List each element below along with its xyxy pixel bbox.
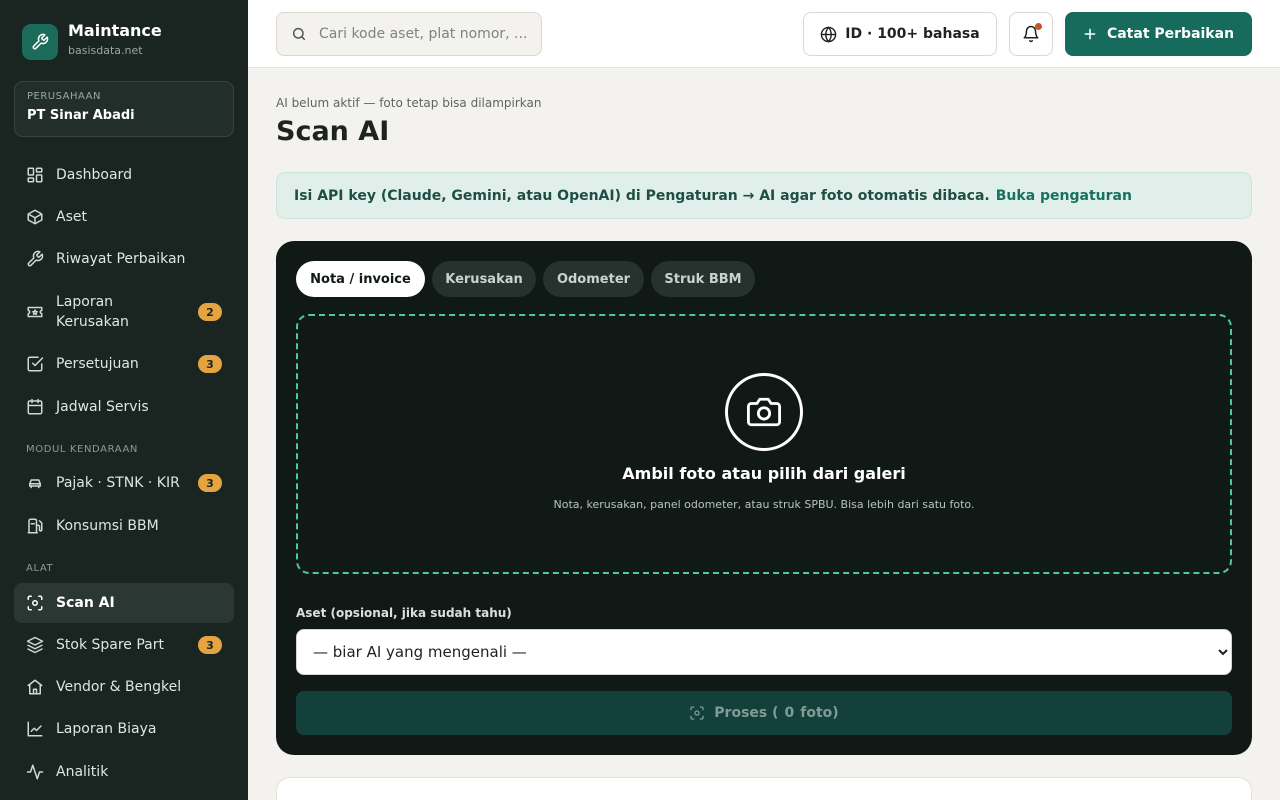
- photo-count: 0: [784, 705, 795, 721]
- sidebar-item-stok-spare-part[interactable]: Stok Spare Part 3: [14, 629, 234, 661]
- sidebar-item-dashboard[interactable]: Dashboard: [14, 159, 234, 191]
- process-button[interactable]: Proses ( 0 foto): [296, 691, 1232, 735]
- notification-button[interactable]: [1009, 12, 1053, 56]
- check-square-icon: [26, 355, 44, 373]
- tab-odometer[interactable]: Odometer: [543, 261, 644, 297]
- car-icon: [26, 474, 44, 492]
- page-title: Scan AI: [276, 116, 390, 147]
- brand[interactable]: Maintance basisdata.net: [22, 21, 162, 60]
- sidebar-item-label: Laporan Kerusakan: [56, 294, 129, 330]
- main-content: AI belum aktif — foto tetap bisa dilampi…: [248, 68, 1280, 800]
- plus-icon: [1083, 27, 1107, 41]
- language-button[interactable]: ID · 100+ bahasa: [803, 12, 997, 56]
- dropzone-title: Ambil foto atau pilih dari galeri: [622, 464, 906, 483]
- wrench-logo-icon: [22, 24, 58, 60]
- process-label-prefix: Proses (: [714, 705, 779, 721]
- sidebar: Maintance basisdata.net PERUSAHAAN PT Si…: [0, 0, 248, 800]
- sidebar-item-label: Jadwal Servis: [56, 399, 149, 415]
- asset-field-label: Aset (opsional, jika sudah tahu): [296, 606, 512, 620]
- sidebar-item-label: Laporan Biaya: [56, 721, 157, 737]
- tab-struk-bbm[interactable]: Struk BBM: [651, 261, 755, 297]
- sidebar-item-label: Scan AI: [56, 595, 115, 611]
- sidebar-item-riwayat-perbaikan[interactable]: Riwayat Perbaikan: [14, 243, 234, 275]
- layers-icon: [26, 636, 44, 654]
- scan-icon: [26, 594, 44, 612]
- camera-icon: [725, 373, 803, 451]
- dropzone-subtitle: Nota, kerusakan, panel odometer, atau st…: [553, 498, 975, 511]
- sidebar-item-scan-ai[interactable]: Scan AI: [14, 583, 234, 623]
- brand-subtitle: basisdata.net: [68, 44, 143, 57]
- company-switcher[interactable]: PERUSAHAAN PT Sinar Abadi: [14, 81, 234, 137]
- sidebar-item-label: Vendor & Bengkel: [56, 679, 182, 695]
- sidebar-item-analitik[interactable]: Analitik: [14, 756, 234, 788]
- brand-name: Maintance: [68, 21, 162, 40]
- sidebar-item-persetujuan[interactable]: Persetujuan 3: [14, 348, 234, 380]
- activity-icon: [26, 763, 44, 781]
- company-name: PT Sinar Abadi: [27, 108, 135, 123]
- wrench-icon: [26, 250, 44, 268]
- sidebar-item-label: Dashboard: [56, 167, 132, 183]
- scan-icon: [689, 705, 714, 721]
- search-input[interactable]: [319, 26, 529, 42]
- sidebar-item-label: Riwayat Perbaikan: [56, 251, 186, 267]
- section-header-vehicle: MODUL KENDARAAN: [26, 444, 138, 455]
- process-label-suffix: foto): [800, 705, 839, 721]
- store-icon: [26, 678, 44, 696]
- top-bar: ID · 100+ bahasa Catat Perbaikan: [248, 0, 1280, 68]
- language-label: ID · 100+ bahasa: [845, 26, 980, 42]
- scan-card: Nota / invoice Kerusakan Odometer Struk …: [276, 241, 1252, 755]
- count-badge: 3: [198, 355, 222, 373]
- dashboard-icon: [26, 166, 44, 184]
- sidebar-item-aset[interactable]: Aset: [14, 201, 234, 233]
- box-icon: [26, 208, 44, 226]
- sidebar-item-konsumsi-bbm[interactable]: Konsumsi BBM: [14, 510, 234, 542]
- sidebar-item-label: Pajak · STNK · KIR: [56, 475, 180, 491]
- sidebar-item-laporan-kerusakan[interactable]: Laporan Kerusakan 2: [14, 290, 234, 334]
- alert-text: Isi API key (Claude, Gemini, atau OpenAI…: [294, 187, 990, 204]
- scan-type-tabs: Nota / invoice Kerusakan Odometer Struk …: [296, 261, 762, 297]
- primary-button-label: Catat Perbaikan: [1106, 26, 1235, 42]
- open-settings-link[interactable]: Buka pengaturan: [996, 188, 1132, 204]
- ticket-icon: [26, 303, 44, 321]
- count-badge: 3: [198, 474, 222, 492]
- sidebar-item-jadwal-servis[interactable]: Jadwal Servis: [14, 391, 234, 423]
- sidebar-item-label: Konsumsi BBM: [56, 518, 159, 534]
- tab-kerusakan[interactable]: Kerusakan: [432, 261, 536, 297]
- sidebar-item-label: Aset: [56, 209, 87, 225]
- search-box[interactable]: [276, 12, 542, 56]
- api-key-alert: Isi API key (Claude, Gemini, atau OpenAI…: [276, 172, 1252, 219]
- chart-icon: [26, 720, 44, 738]
- notification-dot: [1035, 23, 1042, 30]
- breadcrumb: AI belum aktif — foto tetap bisa dilampi…: [276, 96, 542, 110]
- count-badge: 3: [198, 636, 222, 654]
- results-card: [276, 777, 1252, 800]
- count-badge: 2: [198, 303, 222, 321]
- sidebar-item-label: Stok Spare Part: [56, 637, 165, 653]
- sidebar-item-label: Analitik: [56, 764, 109, 780]
- catat-perbaikan-button[interactable]: Catat Perbaikan: [1065, 12, 1252, 56]
- calendar-icon: [26, 398, 44, 416]
- sidebar-item-label: Persetujuan: [56, 356, 139, 372]
- sidebar-item-laporan-biaya[interactable]: Laporan Biaya: [14, 713, 234, 745]
- photo-dropzone[interactable]: Ambil foto atau pilih dari galeri Nota, …: [296, 314, 1232, 574]
- search-icon: [291, 26, 307, 42]
- globe-icon: [820, 25, 845, 43]
- sidebar-item-pajak[interactable]: Pajak · STNK · KIR 3: [14, 467, 234, 499]
- company-label: PERUSAHAAN: [27, 91, 101, 102]
- asset-select[interactable]: — biar AI yang mengenali —: [296, 629, 1232, 675]
- tab-nota-invoice[interactable]: Nota / invoice: [296, 261, 425, 297]
- sidebar-item-vendor-bengkel[interactable]: Vendor & Bengkel: [14, 671, 234, 703]
- fuel-icon: [26, 517, 44, 535]
- section-header-tools: ALAT: [26, 563, 54, 574]
